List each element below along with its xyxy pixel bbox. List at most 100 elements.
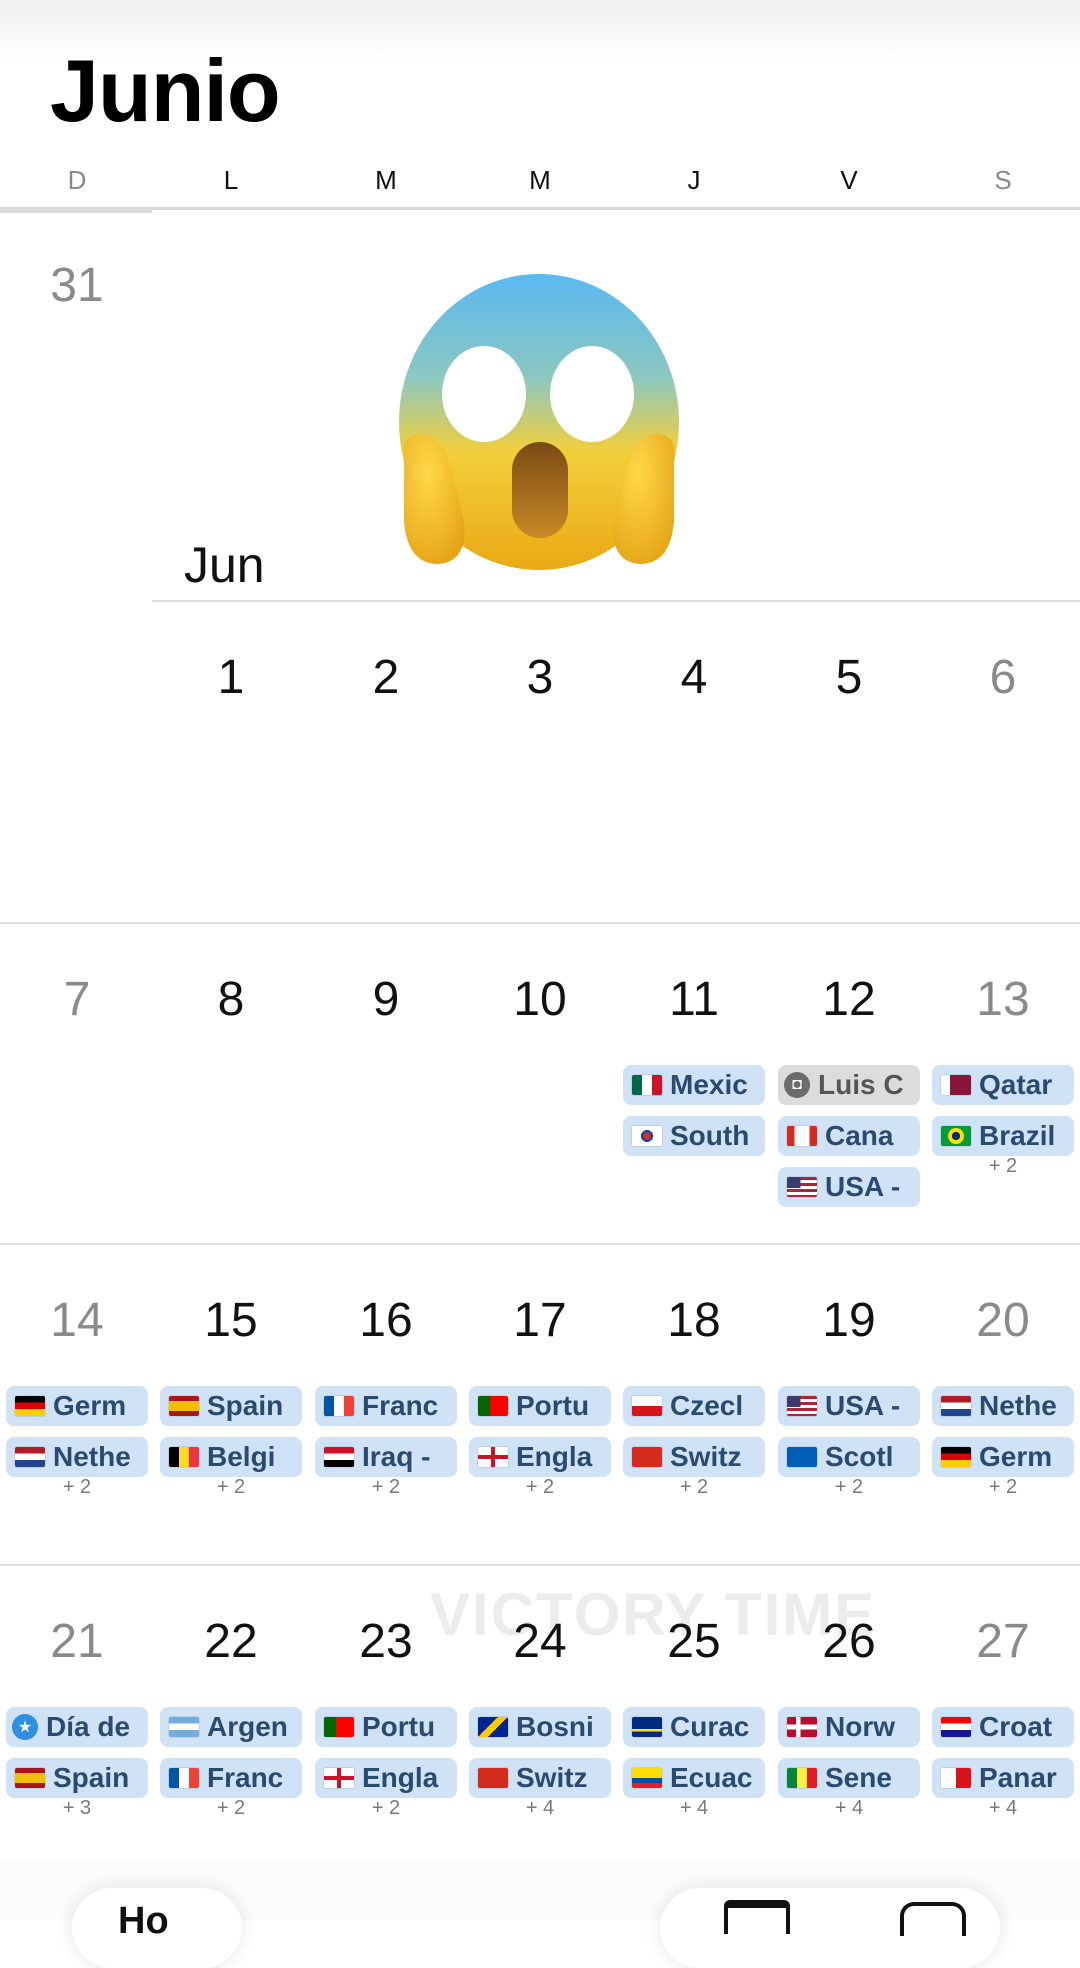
more-events-count[interactable]: + 2: [926, 1155, 1080, 1178]
event-chip[interactable]: Curac: [623, 1707, 765, 1747]
event-chip[interactable]: USA -: [778, 1386, 920, 1426]
flag-us-icon: [787, 1177, 817, 1197]
more-events-count[interactable]: + 2: [154, 1797, 308, 1820]
event-chip[interactable]: Portu: [315, 1707, 457, 1747]
event-chip[interactable]: Engla: [469, 1437, 611, 1477]
day-number[interactable]: 13: [926, 972, 1080, 1027]
event-chip[interactable]: ★ Día de: [6, 1707, 148, 1747]
day-number[interactable]: 6: [926, 650, 1080, 705]
day-number[interactable]: 5: [772, 650, 926, 705]
event-chip[interactable]: Scotl: [778, 1437, 920, 1477]
day-number[interactable]: 17: [463, 1293, 617, 1348]
flag-de-icon: [15, 1396, 45, 1416]
inbox-icon[interactable]: [900, 1902, 966, 1936]
event-chip[interactable]: USA -: [778, 1167, 920, 1207]
day-number[interactable]: 2: [309, 650, 463, 705]
event-chip[interactable]: ◘ Luis C: [778, 1065, 920, 1105]
event-chip[interactable]: Ecuac: [623, 1758, 765, 1798]
flag-qa-icon: [941, 1075, 971, 1095]
weekday-label: S: [994, 165, 1012, 195]
flag-be-icon: [169, 1447, 199, 1467]
flag-ar-icon: [169, 1717, 199, 1737]
event-chip[interactable]: Norw: [778, 1707, 920, 1747]
more-events-count[interactable]: + 2: [463, 1476, 617, 1499]
event-title: Germ: [53, 1390, 127, 1421]
flag-fr-icon: [324, 1396, 354, 1416]
flag-kr-icon: [632, 1126, 662, 1146]
event-chip[interactable]: Nethe: [6, 1437, 148, 1477]
event-chip[interactable]: Engla: [315, 1758, 457, 1798]
event-chip[interactable]: Switz: [623, 1437, 765, 1477]
flag-es-icon: [169, 1396, 199, 1416]
day-number[interactable]: 1: [154, 650, 308, 705]
event-chip[interactable]: Spain: [6, 1758, 148, 1798]
more-events-count[interactable]: + 4: [772, 1797, 926, 1820]
event-chip[interactable]: Belgi: [160, 1437, 302, 1477]
more-events-count[interactable]: + 3: [0, 1797, 154, 1820]
event-chip[interactable]: Germ: [932, 1437, 1074, 1477]
day-number[interactable]: 20: [926, 1293, 1080, 1348]
day-number[interactable]: 26: [772, 1614, 926, 1669]
event-chip[interactable]: Spain: [160, 1386, 302, 1426]
flag-us-icon: [787, 1396, 817, 1416]
day-number[interactable]: 25: [617, 1614, 771, 1669]
day-number[interactable]: 19: [772, 1293, 926, 1348]
day-number[interactable]: 8: [154, 972, 308, 1027]
day-number[interactable]: 4: [617, 650, 771, 705]
more-events-count[interactable]: + 2: [154, 1476, 308, 1499]
event-chip[interactable]: Qatar: [932, 1065, 1074, 1105]
day-number[interactable]: 14: [0, 1293, 154, 1348]
event-chip[interactable]: Sene: [778, 1758, 920, 1798]
header-divider: [0, 207, 1080, 210]
event-chip[interactable]: South: [623, 1116, 765, 1156]
weekday-label: M: [529, 165, 551, 195]
day-number[interactable]: 18: [617, 1293, 771, 1348]
more-events-count[interactable]: + 2: [617, 1476, 771, 1499]
day-number[interactable]: 12: [772, 972, 926, 1027]
more-events-count[interactable]: + 2: [926, 1476, 1080, 1499]
event-chip[interactable]: Franc: [315, 1386, 457, 1426]
day-number[interactable]: 3: [463, 650, 617, 705]
day-number[interactable]: 10: [463, 972, 617, 1027]
event-chip[interactable]: Argen: [160, 1707, 302, 1747]
day-number[interactable]: 23: [309, 1614, 463, 1669]
more-events-count[interactable]: + 4: [617, 1797, 771, 1820]
day-number[interactable]: 7: [0, 972, 154, 1027]
event-chip[interactable]: Brazil: [932, 1116, 1074, 1156]
more-events-count[interactable]: + 2: [309, 1797, 463, 1820]
event-chip[interactable]: Iraq -: [315, 1437, 457, 1477]
day-number[interactable]: 21: [0, 1614, 154, 1669]
day-number[interactable]: 15: [154, 1293, 308, 1348]
more-events-count[interactable]: + 2: [0, 1476, 154, 1499]
more-events-count[interactable]: + 2: [772, 1476, 926, 1499]
more-events-count[interactable]: + 4: [926, 1797, 1080, 1820]
day-number[interactable]: 16: [309, 1293, 463, 1348]
event-chip[interactable]: Switz: [469, 1758, 611, 1798]
event-chip[interactable]: Croat: [932, 1707, 1074, 1747]
day-number[interactable]: 9: [309, 972, 463, 1027]
day-number[interactable]: 27: [926, 1614, 1080, 1669]
event-chip[interactable]: Czecl: [623, 1386, 765, 1426]
more-events-count[interactable]: + 4: [463, 1797, 617, 1820]
event-chip[interactable]: Cana: [778, 1116, 920, 1156]
event-chip[interactable]: Portu: [469, 1386, 611, 1426]
day-number[interactable]: 24: [463, 1614, 617, 1669]
day-number[interactable]: 31: [0, 258, 154, 313]
event-chip[interactable]: Nethe: [932, 1386, 1074, 1426]
event-chip[interactable]: Germ: [6, 1386, 148, 1426]
day-number[interactable]: 22: [154, 1614, 308, 1669]
more-events-count[interactable]: + 2: [309, 1476, 463, 1499]
event-chip[interactable]: Panar: [932, 1758, 1074, 1798]
sunday-divider: [0, 210, 152, 213]
day-number[interactable]: 11: [617, 972, 771, 1027]
event-chip[interactable]: Bosni: [469, 1707, 611, 1747]
flag-mx-icon: [632, 1075, 662, 1095]
calendars-icon[interactable]: [724, 1900, 790, 1934]
event-chip[interactable]: Franc: [160, 1758, 302, 1798]
event-title: Mexic: [670, 1069, 748, 1100]
event-title: Portu: [362, 1711, 436, 1742]
event-chip[interactable]: Mexic: [623, 1065, 765, 1105]
event-title: South: [670, 1120, 750, 1151]
flag-es-icon: [15, 1768, 45, 1788]
event-title: Spain: [53, 1762, 130, 1793]
